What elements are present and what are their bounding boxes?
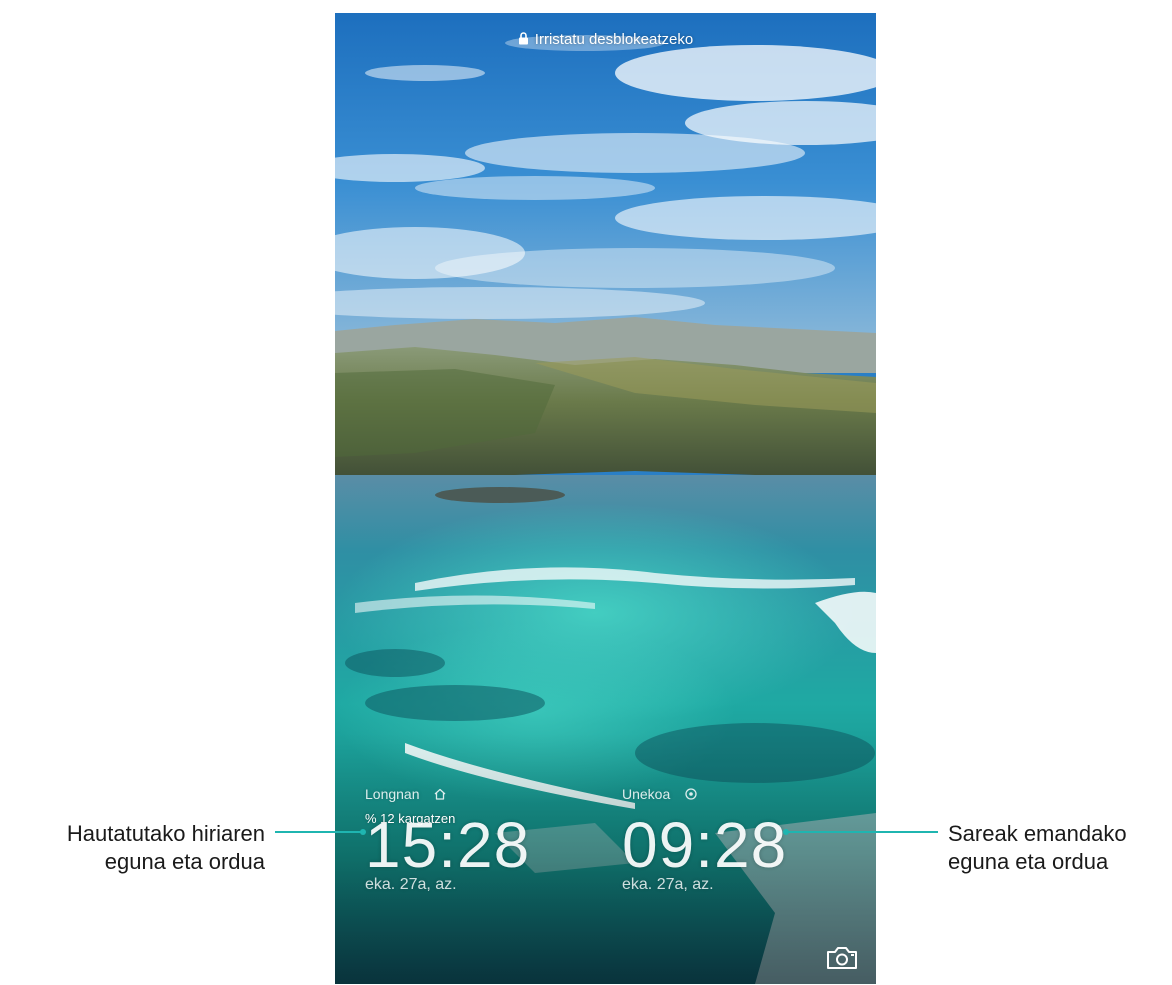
unlock-hint: Irristatu desblokeatzeko [335,31,876,49]
home-city-time: 15:28 [365,809,531,881]
callout-network-leader [786,831,938,833]
unlock-hint-text: Irristatu desblokeatzeko [534,31,694,48]
home-city-row: Longnan [365,786,530,806]
home-city-date: eka. 27a, az. [365,876,457,893]
callout-home-dot [360,829,366,835]
callout-home-line2: eguna eta ordua [104,849,265,874]
lock-screen[interactable]: Irristatu desblokeatzeko % 12 kargatzen … [335,13,876,984]
callout-home-city: Hautatutako hiriaren eguna eta ordua [67,820,265,876]
network-city-row: Unekoa [622,786,787,806]
network-city-name: Unekoa [622,786,671,802]
callout-network-line1: Sareak emandako [948,821,1127,846]
camera-icon[interactable] [825,945,859,971]
callout-home-line1: Hautatutako hiriaren [66,821,265,846]
callout-network-dot [783,829,789,835]
page: Irristatu desblokeatzeko % 12 kargatzen … [0,0,1172,985]
location-icon [685,788,697,800]
network-time: 09:28 [622,809,788,881]
home-icon [434,788,446,800]
callout-network-line2: eguna eta ordua [948,849,1109,874]
callout-network: Sareak emandako eguna eta ordua [948,820,1127,876]
network-date: eka. 27a, az. [622,876,714,893]
lock-icon [518,32,529,49]
callout-home-leader [275,831,363,833]
home-city-name: Longnan [365,786,420,802]
network-clock: Unekoa 09:28 eka. 27a, az. [622,786,787,894]
home-city-clock: Longnan 15:28 eka. 27a, az. [365,786,530,894]
